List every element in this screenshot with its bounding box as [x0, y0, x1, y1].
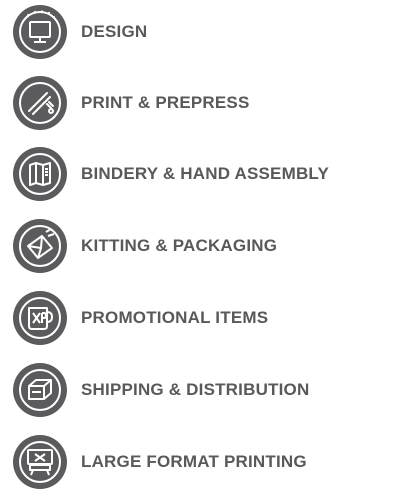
services-list: DESIGN PRINT & PREPRESS BINDERY & HAND A…: [0, 0, 418, 497]
service-item-shipping-distribution: SHIPPING & DISTRIBUTION: [12, 362, 412, 418]
service-label: PROMOTIONAL ITEMS: [81, 308, 269, 327]
service-label: BINDERY & HAND ASSEMBLY: [81, 164, 329, 183]
service-item-promotional-items: PROMOTIONAL ITEMS: [12, 290, 412, 346]
service-label: SHIPPING & DISTRIBUTION: [81, 380, 310, 399]
service-label: PRINT & PREPRESS: [81, 93, 250, 112]
print-roller-icon: [12, 75, 68, 131]
service-label: DESIGN: [81, 22, 148, 41]
service-item-print-prepress: PRINT & PREPRESS: [12, 75, 412, 131]
service-label: KITTING & PACKAGING: [81, 236, 278, 255]
service-item-design: DESIGN: [12, 4, 412, 60]
service-item-bindery-hand-assembly: BINDERY & HAND ASSEMBLY: [12, 146, 412, 202]
box-icon: [12, 362, 68, 418]
envelope-icon: [12, 218, 68, 274]
mug-icon: [12, 290, 68, 346]
folded-map-icon: [12, 146, 68, 202]
service-item-large-format-printing: LARGE FORMAT PRINTING: [12, 434, 412, 490]
service-label: LARGE FORMAT PRINTING: [81, 452, 307, 471]
service-item-kitting-packaging: KITTING & PACKAGING: [12, 218, 412, 274]
large-format-printer-icon: [12, 434, 68, 490]
monitor-icon: [12, 4, 68, 60]
